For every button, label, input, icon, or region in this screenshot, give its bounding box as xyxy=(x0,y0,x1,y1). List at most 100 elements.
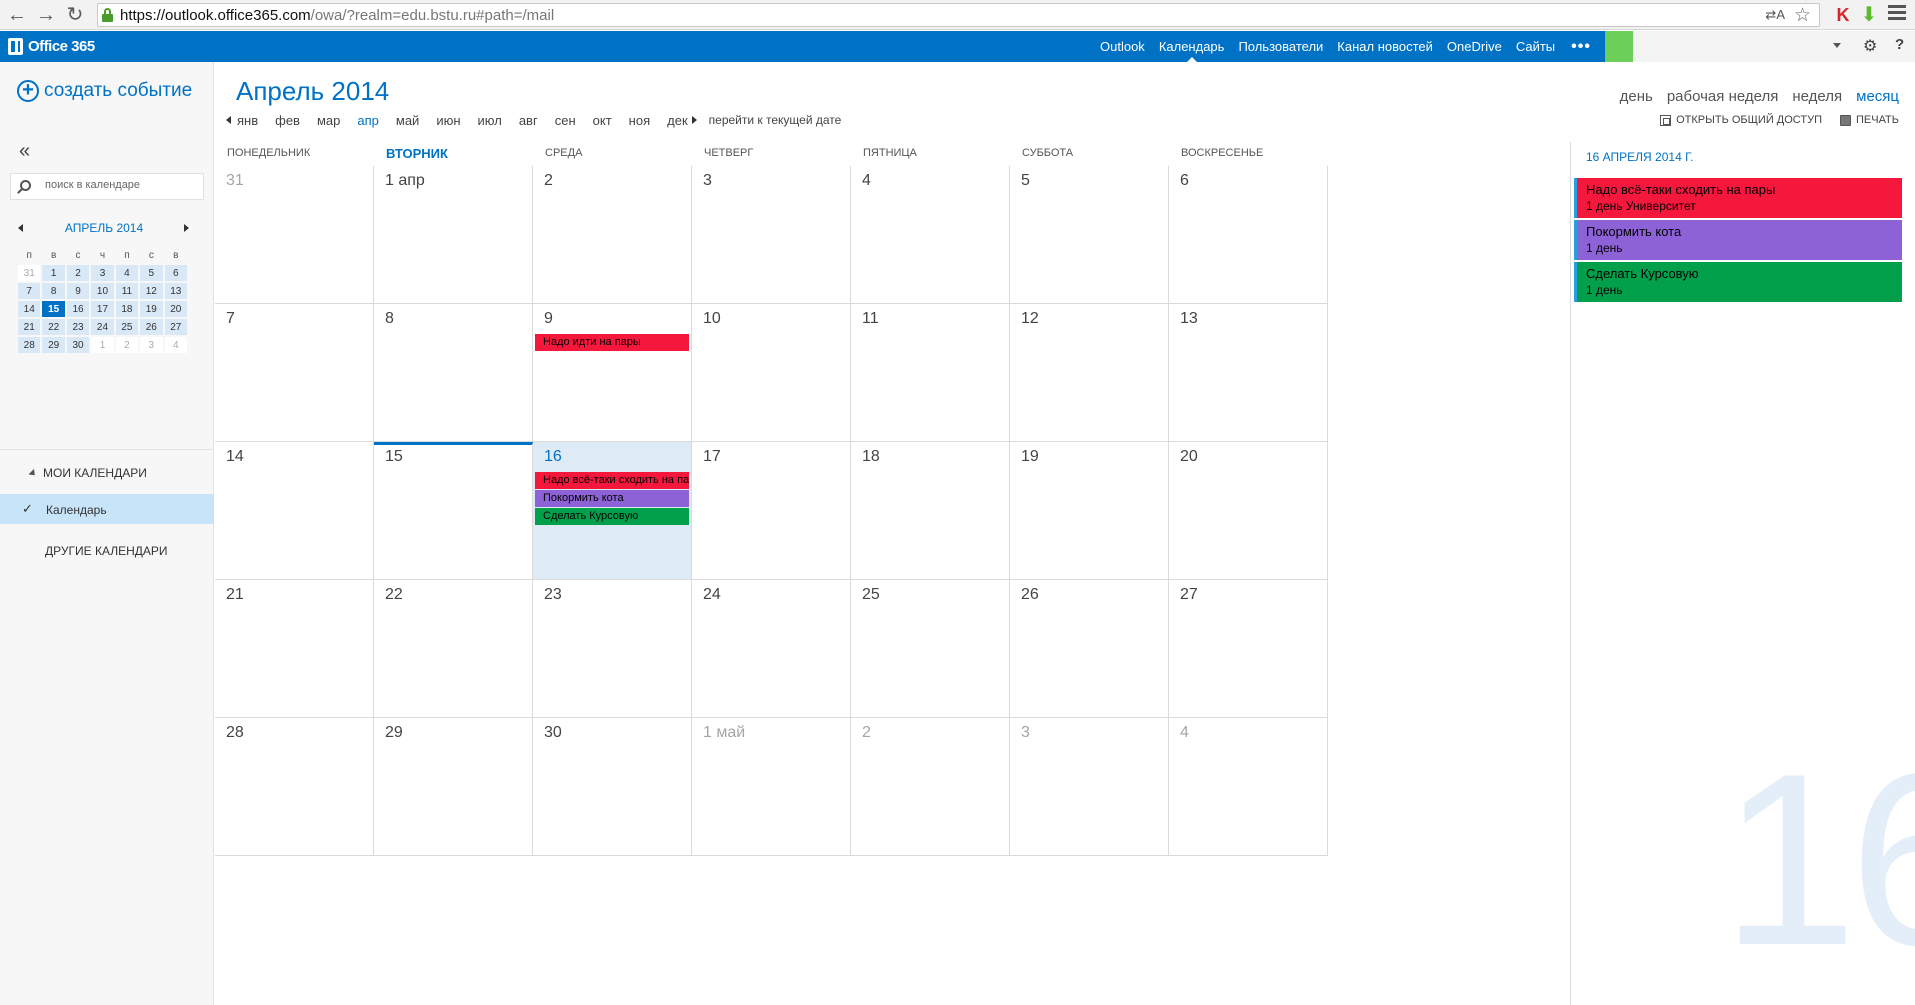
mini-day[interactable]: 4 xyxy=(164,337,187,353)
forward-icon[interactable]: → xyxy=(33,2,59,28)
calendar-event[interactable]: Надо идти на пары xyxy=(535,334,689,351)
calendar-event[interactable]: Надо всё-таки сходить на пары xyxy=(535,472,689,489)
mini-day[interactable]: 1 xyxy=(91,337,114,353)
day-cell[interactable]: 2 xyxy=(851,718,1010,856)
mini-day[interactable]: 21 xyxy=(18,319,41,335)
day-cell[interactable]: 3 xyxy=(1010,718,1169,856)
mini-day[interactable]: 1 xyxy=(42,265,65,281)
calendar-search[interactable] xyxy=(10,173,204,200)
next-year-icon[interactable] xyxy=(691,116,697,124)
agenda-event[interactable]: Сделать Курсовую 1 день xyxy=(1574,262,1902,302)
view-2[interactable]: неделя xyxy=(1792,88,1842,105)
mini-day[interactable]: 11 xyxy=(115,283,139,299)
month-link-4[interactable]: май xyxy=(396,113,419,128)
reload-icon[interactable]: ↻ xyxy=(62,2,88,28)
download-extension-icon[interactable]: ⬇ xyxy=(1858,3,1880,27)
suite-link-2[interactable]: Пользователи xyxy=(1238,31,1323,62)
day-cell[interactable]: 6 xyxy=(1169,166,1328,304)
mini-day[interactable]: 3 xyxy=(91,265,114,281)
day-cell[interactable]: 2 xyxy=(533,166,692,304)
month-link-2[interactable]: мар xyxy=(317,113,340,128)
mini-calendar-title[interactable]: апрель 2014 xyxy=(14,221,194,235)
day-cell[interactable]: 30 xyxy=(533,718,692,856)
mini-next-month-icon[interactable] xyxy=(184,224,189,232)
view-3[interactable]: месяц xyxy=(1856,88,1899,105)
mini-day[interactable]: 13 xyxy=(164,283,187,299)
day-cell[interactable]: 4 xyxy=(851,166,1010,304)
help-icon[interactable]: ? xyxy=(1895,36,1904,53)
day-cell[interactable]: 28 xyxy=(215,718,374,856)
day-cell[interactable]: 22 xyxy=(374,580,533,718)
mini-day[interactable]: 27 xyxy=(164,319,187,335)
day-cell[interactable]: 4 xyxy=(1169,718,1328,856)
mini-day[interactable]: 31 xyxy=(18,265,41,281)
day-cell[interactable]: 17 xyxy=(692,442,851,580)
chevron-down-icon[interactable] xyxy=(1833,43,1841,48)
suite-link-5[interactable]: Сайты xyxy=(1516,31,1555,62)
day-cell[interactable]: 5 xyxy=(1010,166,1169,304)
day-cell[interactable]: 1 май xyxy=(692,718,851,856)
mini-day[interactable]: 16 xyxy=(66,301,90,317)
gear-icon[interactable]: ⚙ xyxy=(1863,36,1877,56)
mini-day[interactable]: 10 xyxy=(91,283,114,299)
address-bar[interactable]: https://outlook.office365.com/owa/?realm… xyxy=(97,3,1820,27)
collapse-pane-icon[interactable]: « xyxy=(19,140,30,163)
month-link-3[interactable]: апр xyxy=(357,113,379,128)
print-button[interactable]: ПЕЧАТЬ xyxy=(1840,114,1899,126)
my-calendars-group[interactable]: МОИ КАЛЕНДАРИ xyxy=(28,466,147,480)
mini-day[interactable]: 9 xyxy=(66,283,90,299)
mini-day[interactable]: 30 xyxy=(66,337,90,353)
prev-year-icon[interactable] xyxy=(226,116,231,124)
day-cell[interactable]: 19 xyxy=(1010,442,1169,580)
agenda-event[interactable]: Покормить кота 1 день xyxy=(1574,220,1902,260)
mini-day[interactable]: 26 xyxy=(140,319,163,335)
mini-day[interactable]: 14 xyxy=(18,301,41,317)
view-0[interactable]: день xyxy=(1620,88,1653,105)
back-icon[interactable]: ← xyxy=(4,2,30,28)
day-cell[interactable]: 9 Надо идти на пары xyxy=(533,304,692,442)
calendar-event[interactable]: Покормить кота xyxy=(535,490,689,507)
other-calendars-group[interactable]: ДРУГИЕ КАЛЕНДАРИ xyxy=(45,544,168,558)
month-link-11[interactable]: дек xyxy=(667,113,688,128)
month-link-0[interactable]: янв xyxy=(237,113,258,128)
suite-link-3[interactable]: Канал новостей xyxy=(1337,31,1433,62)
browser-menu-icon[interactable] xyxy=(1888,5,1906,23)
mini-day[interactable]: 8 xyxy=(42,283,65,299)
day-cell[interactable]: 3 xyxy=(692,166,851,304)
translate-icon[interactable]: ⇄A xyxy=(1765,7,1785,23)
mini-day[interactable]: 20 xyxy=(164,301,187,317)
mini-day[interactable]: 7 xyxy=(18,283,41,299)
month-link-7[interactable]: авг xyxy=(519,113,538,128)
mini-day[interactable]: 18 xyxy=(115,301,139,317)
day-cell[interactable]: 8 xyxy=(374,304,533,442)
new-event-button[interactable]: + создать событие xyxy=(17,80,192,102)
month-link-5[interactable]: июн xyxy=(436,113,460,128)
day-cell[interactable]: 21 xyxy=(215,580,374,718)
month-link-9[interactable]: окт xyxy=(593,113,612,128)
month-link-10[interactable]: ноя xyxy=(629,113,650,128)
month-link-6[interactable]: июл xyxy=(478,113,502,128)
day-cell[interactable]: 20 xyxy=(1169,442,1328,580)
day-cell[interactable]: 7 xyxy=(215,304,374,442)
day-cell[interactable]: 13 xyxy=(1169,304,1328,442)
mini-day[interactable]: 25 xyxy=(115,319,139,335)
mini-day[interactable]: 3 xyxy=(140,337,163,353)
suite-link-4[interactable]: OneDrive xyxy=(1447,31,1502,62)
mini-day[interactable]: 17 xyxy=(91,301,114,317)
mini-day[interactable]: 15 xyxy=(42,301,65,317)
calendar-item[interactable]: ✓ Календарь xyxy=(0,494,214,524)
day-cell[interactable]: 15 xyxy=(374,442,533,580)
day-cell[interactable]: 25 xyxy=(851,580,1010,718)
mini-day[interactable]: 23 xyxy=(66,319,90,335)
mini-day[interactable]: 28 xyxy=(18,337,41,353)
day-cell[interactable]: 14 xyxy=(215,442,374,580)
day-cell[interactable]: 12 xyxy=(1010,304,1169,442)
mini-day[interactable]: 4 xyxy=(115,265,139,281)
star-icon[interactable]: ☆ xyxy=(1794,4,1811,27)
more-icon[interactable]: ••• xyxy=(1571,38,1591,56)
day-cell[interactable]: 27 xyxy=(1169,580,1328,718)
suite-link-0[interactable]: Outlook xyxy=(1100,31,1145,62)
day-cell[interactable]: 11 xyxy=(851,304,1010,442)
day-cell[interactable]: 24 xyxy=(692,580,851,718)
month-link-8[interactable]: сен xyxy=(555,113,576,128)
